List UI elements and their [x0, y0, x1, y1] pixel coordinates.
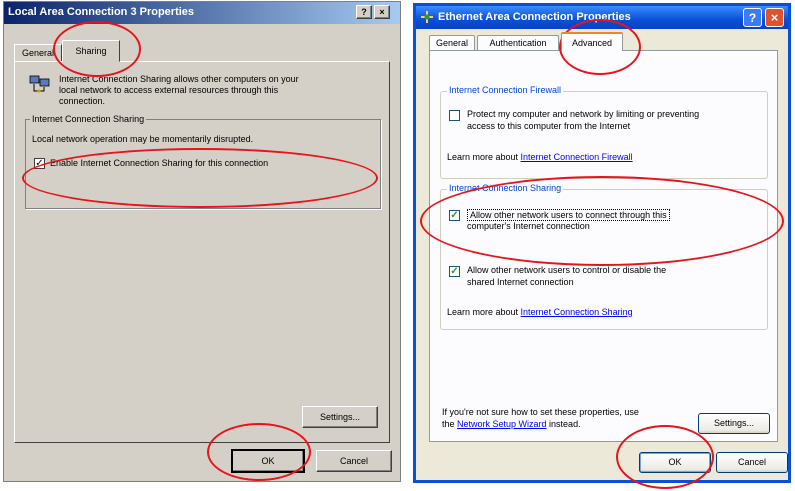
network-setup-wizard-link[interactable]: Network Setup Wizard — [457, 419, 547, 429]
firewall-group-box: Internet Connection Firewall Protect my … — [440, 85, 768, 179]
footer-help-line-2: the Network Setup Wizard instead. — [442, 419, 581, 429]
enable-ics-checkbox[interactable]: ✓ — [34, 158, 45, 169]
allow-connect-check-mark: ✓ — [450, 210, 459, 221]
ics-learn-more: Learn more about Internet Connection Sha… — [447, 307, 633, 317]
left-tab-sharing[interactable]: Sharing — [62, 40, 120, 62]
allow-connect-label-line-1[interactable]: Allow other network users to connect thr… — [467, 209, 670, 221]
allow-control-label-line-2: shared Internet connection — [467, 277, 574, 287]
left-settings-button[interactable]: Settings... — [302, 406, 378, 428]
ics-group-title: Internet Connection Sharing — [30, 114, 147, 124]
left-close-button[interactable]: × — [374, 5, 390, 19]
allow-control-check-mark: ✓ — [450, 266, 459, 277]
allow-control-label-line-1[interactable]: Allow other network users to control or … — [467, 265, 666, 275]
firewall-label-line-1[interactable]: Protect my computer and network by limit… — [467, 109, 699, 119]
ics-help-link[interactable]: Internet Connection Sharing — [521, 307, 633, 317]
enable-ics-check-mark: ✓ — [35, 158, 44, 169]
left-ok-button[interactable]: OK — [231, 449, 305, 473]
right-tab-authentication[interactable]: Authentication — [477, 35, 559, 51]
right-tab-general[interactable]: General — [429, 35, 475, 51]
right-tab-advanced[interactable]: Advanced — [561, 32, 623, 51]
firewall-checkbox[interactable] — [449, 110, 460, 121]
right-properties-dialog: Ethernet Area Connection Properties ? × … — [413, 3, 791, 483]
ics-group-box: Internet Connection Sharing Local networ… — [25, 114, 381, 209]
ics-group-note: Local network operation may be momentari… — [32, 134, 254, 144]
firewall-help-link[interactable]: Internet Connection Firewall — [521, 152, 633, 162]
right-cancel-button[interactable]: Cancel — [716, 452, 788, 473]
allow-connect-checkbox[interactable]: ✓ — [449, 210, 460, 221]
right-title-bar: Ethernet Area Connection Properties ? × — [416, 6, 788, 29]
network-connection-icon — [29, 75, 51, 95]
network-title-icon — [420, 10, 434, 24]
sharing-description-line-2: local network to access external resourc… — [59, 85, 279, 95]
ics-learn-prefix: Learn more about — [447, 307, 521, 317]
allow-control-checkbox[interactable]: ✓ — [449, 266, 460, 277]
left-sharing-panel: Internet Connection Sharing allows other… — [14, 61, 390, 443]
firewall-label-line-2: access to this computer from the Interne… — [467, 121, 631, 131]
right-ok-button[interactable]: OK — [639, 452, 711, 473]
firewall-group-title: Internet Connection Firewall — [447, 85, 564, 95]
enable-ics-label[interactable]: Enable Internet Connection Sharing for t… — [50, 158, 268, 168]
left-cancel-button[interactable]: Cancel — [316, 450, 392, 472]
firewall-learn-prefix: Learn more about — [447, 152, 521, 162]
footer-prefix: the — [442, 419, 458, 429]
footer-suffix: instead. — [546, 419, 581, 429]
left-tab-general[interactable]: General — [14, 44, 62, 62]
footer-help-line-1: If you're not sure how to set these prop… — [442, 407, 639, 417]
left-help-button[interactable]: ? — [356, 5, 372, 19]
right-advanced-panel: Internet Connection Firewall Protect my … — [429, 50, 778, 442]
sharing-description-line-3: connection. — [59, 96, 106, 106]
ics-settings-group-box: Internet Connection Sharing ✓ Allow othe… — [440, 183, 768, 330]
left-window-title: Local Area Connection 3 Properties — [8, 6, 195, 18]
right-window-title: Ethernet Area Connection Properties — [438, 11, 631, 23]
left-title-bar: Local Area Connection 3 Properties ? × — [4, 2, 400, 24]
firewall-learn-more: Learn more about Internet Connection Fir… — [447, 152, 633, 162]
ics-settings-group-title: Internet Connection Sharing — [447, 183, 564, 193]
right-help-button[interactable]: ? — [743, 8, 762, 27]
allow-connect-label-line-2: computer's Internet connection — [467, 221, 590, 231]
left-properties-dialog: Local Area Connection 3 Properties ? × G… — [3, 1, 401, 482]
sharing-description-line-1: Internet Connection Sharing allows other… — [59, 74, 299, 84]
right-settings-button[interactable]: Settings... — [698, 413, 770, 434]
right-close-button[interactable]: × — [765, 8, 784, 27]
